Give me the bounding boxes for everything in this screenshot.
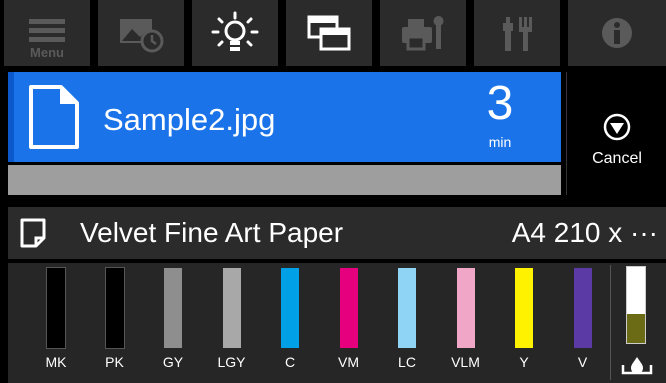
cancel-button[interactable]: Cancel <box>566 72 666 195</box>
info-icon <box>602 18 632 48</box>
print-progress-bar <box>8 165 561 195</box>
ink-label: GY <box>162 354 184 370</box>
remaining-time-unit: min <box>488 134 512 150</box>
ink-level-bar <box>398 268 416 348</box>
ink-cartridge-lc: LC <box>383 266 439 383</box>
menu-label: Menu <box>30 45 64 60</box>
photo-schedule-button[interactable] <box>98 0 184 66</box>
file-icon <box>29 85 79 149</box>
job-accent-strip <box>8 72 14 162</box>
remaining-time-value: 3 <box>486 77 514 130</box>
ink-level-bar <box>339 268 358 348</box>
windows-button[interactable] <box>286 0 372 66</box>
ink-level-bar <box>46 267 66 349</box>
ink-label: LC <box>398 354 416 370</box>
maintenance-box-icon <box>621 357 653 375</box>
ink-cartridge-vm: VM <box>325 266 381 383</box>
photo-schedule-icon <box>120 19 164 53</box>
top-toolbar: Menu <box>0 0 666 70</box>
ink-level-bar <box>222 268 241 348</box>
paper-settings-row[interactable]: Velvet Fine Art Paper A4 210 x ··· <box>8 207 666 259</box>
ink-cartridge-gy: GY <box>149 266 205 383</box>
ink-level-bar <box>515 268 533 348</box>
ink-label: C <box>284 354 296 370</box>
ink-cartridge-c: C <box>266 266 322 383</box>
ink-cartridge-v: V <box>559 266 615 383</box>
ink-label: MK <box>45 354 67 370</box>
ink-label: VM <box>338 354 359 370</box>
ink-cartridge-pk: PK <box>91 266 147 383</box>
ink-label: V <box>577 354 588 370</box>
ink-cartridge-vlm: VLM <box>442 266 498 383</box>
printer-wrench-icon <box>402 16 444 51</box>
stop-icon <box>603 113 631 141</box>
windows-icon <box>307 15 351 51</box>
maintenance-box-gauge <box>626 266 646 344</box>
printer-settings-button[interactable] <box>380 0 466 66</box>
ink-levels-panel[interactable]: MK PK GY LGY C VM LC VLM Y V <box>8 263 666 383</box>
paper-size: A4 210 x ··· <box>511 217 658 248</box>
cancel-label: Cancel <box>592 150 642 167</box>
paper-icon <box>20 218 46 248</box>
ink-level-bar <box>104 267 125 349</box>
paper-type: Velvet Fine Art Paper <box>80 217 344 248</box>
ink-level-bar <box>164 268 182 348</box>
maintenance-tools-icon <box>503 17 532 51</box>
ink-label: LGY <box>217 354 246 370</box>
ink-level-bar <box>456 268 475 348</box>
maintenance-box-fill <box>627 314 645 343</box>
menu-button[interactable]: Menu <box>4 0 90 66</box>
ink-level-bar <box>281 268 299 348</box>
ink-label: PK <box>105 354 124 370</box>
ink-cartridge-lgy: LGY <box>208 266 264 383</box>
ink-cartridge-y: Y <box>500 266 556 383</box>
info-button[interactable] <box>568 0 666 66</box>
ink-label: VLM <box>451 354 480 370</box>
ink-level-bar <box>573 268 592 348</box>
maintenance-button[interactable] <box>474 0 560 66</box>
ink-label: Y <box>519 354 529 370</box>
print-job-panel[interactable]: Sample2.jpg 3 min <box>8 72 561 162</box>
light-bulb-icon <box>211 11 259 51</box>
file-name: Sample2.jpg <box>103 102 276 137</box>
ink-cartridge-mk: MK <box>32 266 88 383</box>
light-button[interactable] <box>192 0 278 66</box>
